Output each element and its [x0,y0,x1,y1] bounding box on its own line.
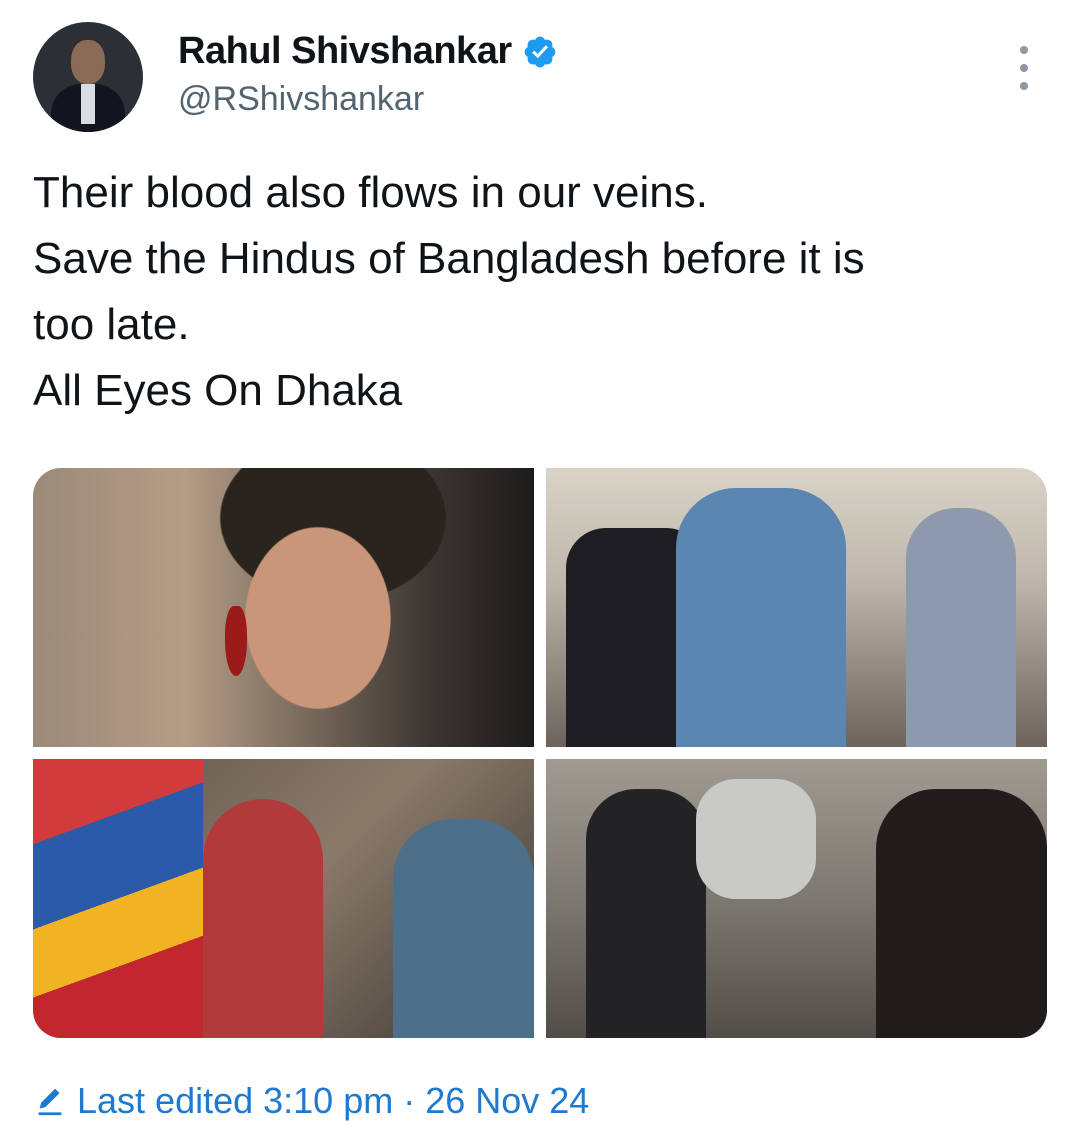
tweet-text: Their blood also flows in our veins. Sav… [33,160,1043,424]
author-avatar[interactable] [33,22,143,132]
edited-date: 26 Nov 24 [425,1080,590,1121]
author-handle[interactable]: @RShivshankar [178,80,424,119]
media-grid [33,468,1047,1038]
author-name-row: Rahul Shivshankar [178,30,558,73]
tweet-line: All Eyes On Dhaka [33,366,403,415]
photo-detail [906,508,1016,747]
photo-detail [696,779,816,899]
edited-time: 3:10 pm [263,1080,394,1121]
photo-detail [676,488,846,747]
media-photo-4[interactable] [546,759,1047,1038]
media-photo-2[interactable] [546,468,1047,747]
photo-detail [33,759,203,1038]
more-options-icon[interactable] [1014,46,1034,90]
tweet-line: Their blood also flows in our veins. [33,168,708,217]
edit-history-link[interactable]: Last edited 3:10 pm · 26 Nov 24 [33,1080,589,1122]
tweet-line: too late. [33,300,190,349]
photo-detail [876,789,1047,1038]
avatar-face [71,40,105,84]
photo-detail [225,606,247,676]
avatar-shirt [81,84,95,124]
photo-detail [393,819,534,1038]
verified-badge-icon [522,34,558,70]
photo-detail [586,789,706,1038]
pencil-edit-icon [33,1084,67,1118]
tweet-line: Save the Hindus of Bangladesh before it … [33,234,865,283]
edited-label: Last edited [77,1080,254,1121]
media-photo-1[interactable] [33,468,534,747]
media-photo-3[interactable] [33,759,534,1038]
footer-separator: · [403,1080,416,1121]
photo-detail [203,799,323,1038]
author-display-name[interactable]: Rahul Shivshankar [178,30,512,73]
